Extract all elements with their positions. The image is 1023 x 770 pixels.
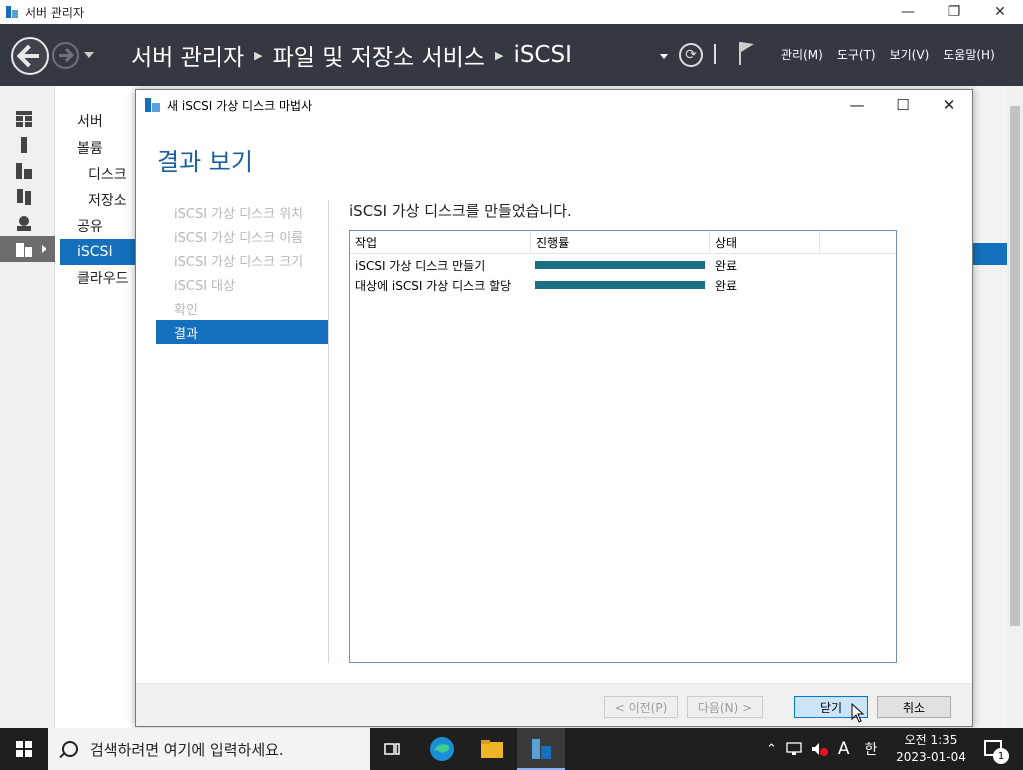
server-manager-icon (6, 6, 18, 18)
clock-time: 오전 1:35 (904, 733, 958, 747)
breadcrumb-item[interactable]: 파일 및 저장소 서비스 (273, 38, 485, 72)
column-header-status[interactable]: 상태 (710, 231, 820, 254)
wizard-icon (145, 98, 160, 112)
system-tray: ⌃ A 한 (766, 728, 877, 770)
status-cell: 완료 (715, 258, 738, 273)
breadcrumb-dropdown-icon[interactable] (660, 54, 668, 59)
start-button[interactable] (0, 728, 48, 770)
close-button[interactable]: ✕ (977, 0, 1023, 24)
back-button[interactable] (11, 37, 49, 75)
step-location: iSCSI 가상 디스크 위치 (174, 206, 304, 222)
dialog-title: 새 iSCSI 가상 디스크 마법사 (167, 98, 313, 113)
volume-muted-icon[interactable] (811, 742, 829, 756)
server-manager-header: 서버 관리자 ▶ 파일 및 저장소 서비스 ▶ iSCSI ⟳ 관리(M) 도구… (0, 24, 1023, 86)
notifications-flag-icon[interactable] (738, 40, 756, 66)
menu-manage[interactable]: 관리(M) (781, 46, 823, 63)
task-cell: 대상에 iSCSI 가상 디스크 할당 (355, 278, 512, 293)
server-manager-taskbar-icon[interactable] (517, 728, 565, 770)
dialog-minimize-button[interactable]: — (834, 90, 880, 120)
storage-services-icon[interactable] (0, 236, 55, 262)
previous-button[interactable]: < 이전(P) (604, 696, 678, 718)
file-services-icon[interactable] (0, 184, 55, 210)
search-icon (62, 741, 78, 757)
progress-cell (531, 261, 710, 269)
breadcrumb-separator-icon: ▶ (254, 48, 263, 62)
step-size: iSCSI 가상 디스크 크기 (174, 254, 304, 270)
menu-tools[interactable]: 도구(T) (837, 46, 876, 63)
clock[interactable]: 오전 1:35 2023-01-04 (888, 732, 974, 766)
page-title: 결과 보기 (157, 148, 253, 176)
wizard-dialog: 새 iSCSI 가상 디스크 마법사 — ☐ ✕ 결과 보기 iSCSI 가상 … (135, 89, 973, 727)
nav-item-shares[interactable]: 공유 (60, 213, 138, 239)
column-header-progress[interactable]: 진행률 (531, 231, 710, 254)
menu-view[interactable]: 보기(V) (890, 46, 930, 63)
nav-item-volumes[interactable]: 볼륨 (60, 135, 138, 161)
table-row[interactable]: iSCSI 가상 디스크 만들기 완료 (350, 255, 896, 275)
header-divider (714, 44, 716, 64)
table-row[interactable]: 대상에 iSCSI 가상 디스크 할당 완료 (350, 275, 896, 295)
result-message: iSCSI 가상 디스크를 만들었습니다. (349, 202, 572, 220)
status-cell: 완료 (715, 278, 738, 293)
taskbar-search[interactable]: 검색하려면 여기에 입력하세요. (48, 728, 370, 770)
dialog-titlebar: 새 iSCSI 가상 디스크 마법사 — ☐ ✕ (136, 90, 972, 120)
minimize-button[interactable]: — (885, 0, 931, 24)
dashboard-icon[interactable] (0, 106, 55, 132)
mouse-cursor-icon (851, 703, 865, 723)
show-hidden-icons-icon[interactable]: ⌃ (766, 742, 777, 757)
edge-browser-icon[interactable] (418, 728, 466, 770)
windows-logo-icon (16, 741, 32, 757)
ime-mode-indicator[interactable]: A (838, 739, 850, 759)
results-table: 작업 진행률 상태 iSCSI 가상 디스크 만들기 완료 대상에 iSCSI … (349, 230, 897, 663)
step-confirm: 확인 (174, 302, 198, 318)
nav-item-work-folders[interactable]: 클라우드 (60, 265, 138, 291)
dialog-maximize-button[interactable]: ☐ (880, 90, 926, 120)
file-explorer-icon[interactable] (468, 728, 516, 770)
step-results[interactable]: 결과 (156, 320, 328, 344)
step-name: iSCSI 가상 디스크 이름 (174, 230, 304, 246)
steps-divider (328, 200, 329, 663)
history-dropdown-icon[interactable] (84, 52, 94, 58)
task-cell: iSCSI 가상 디스크 만들기 (355, 258, 486, 273)
next-button[interactable]: 다음(N) > (687, 696, 763, 718)
all-servers-icon[interactable] (0, 158, 55, 184)
table-header: 작업 진행률 상태 (350, 231, 896, 254)
nav-item-disks[interactable]: 디스크 (60, 161, 138, 187)
cancel-button[interactable]: 취소 (877, 696, 951, 718)
ime-language-indicator[interactable]: 한 (865, 739, 878, 759)
search-placeholder: 검색하려면 여기에 입력하세요. (90, 740, 284, 759)
nav-item-servers[interactable]: 서버 (60, 108, 138, 134)
nav-item-storage-pools[interactable]: 저장소 (60, 187, 138, 213)
refresh-icon[interactable]: ⟳ (679, 43, 703, 67)
taskbar: 검색하려면 여기에 입력하세요. ⌃ A 한 오전 1:35 2023-01-0… (0, 728, 1023, 770)
clock-date: 2023-01-04 (896, 750, 966, 764)
menu-help[interactable]: 도움말(H) (943, 46, 995, 63)
window-title: 서버 관리자 (25, 5, 85, 20)
maximize-button[interactable]: ❐ (931, 0, 977, 24)
breadcrumb-item[interactable]: iSCSI (513, 42, 571, 68)
progress-bar (535, 261, 705, 269)
icon-rail (0, 86, 55, 728)
local-server-icon[interactable] (0, 132, 55, 158)
step-target: iSCSI 대상 (174, 278, 236, 294)
iis-icon[interactable] (0, 210, 55, 236)
progress-bar (535, 281, 705, 289)
progress-cell (531, 281, 710, 289)
window-titlebar: 서버 관리자 — ❐ ✕ (0, 0, 1023, 24)
background-selected-row (972, 243, 1007, 265)
nav-panel: 서버 볼륨 디스크 저장소 공유 iSCSI 클라우드 (55, 86, 138, 728)
breadcrumb: 서버 관리자 ▶ 파일 및 저장소 서비스 ▶ iSCSI (131, 38, 572, 72)
column-header-task[interactable]: 작업 (350, 231, 531, 254)
dialog-close-button[interactable]: ✕ (926, 90, 972, 120)
dialog-footer: < 이전(P) 다음(N) > 닫기 취소 (136, 683, 972, 726)
task-view-icon[interactable] (368, 728, 416, 770)
network-icon[interactable] (786, 742, 802, 756)
background-scrollbar[interactable] (1007, 86, 1023, 728)
wizard-steps: iSCSI 가상 디스크 위치 iSCSI 가상 디스크 이름 iSCSI 가상… (156, 200, 328, 344)
breadcrumb-item[interactable]: 서버 관리자 (131, 38, 244, 72)
nav-item-iscsi[interactable]: iSCSI (60, 239, 138, 265)
forward-button[interactable] (52, 42, 79, 69)
notification-count-badge: 1 (993, 748, 1009, 764)
header-menu: 관리(M) 도구(T) 보기(V) 도움말(H) (781, 46, 995, 63)
breadcrumb-separator-icon: ▶ (494, 48, 504, 62)
